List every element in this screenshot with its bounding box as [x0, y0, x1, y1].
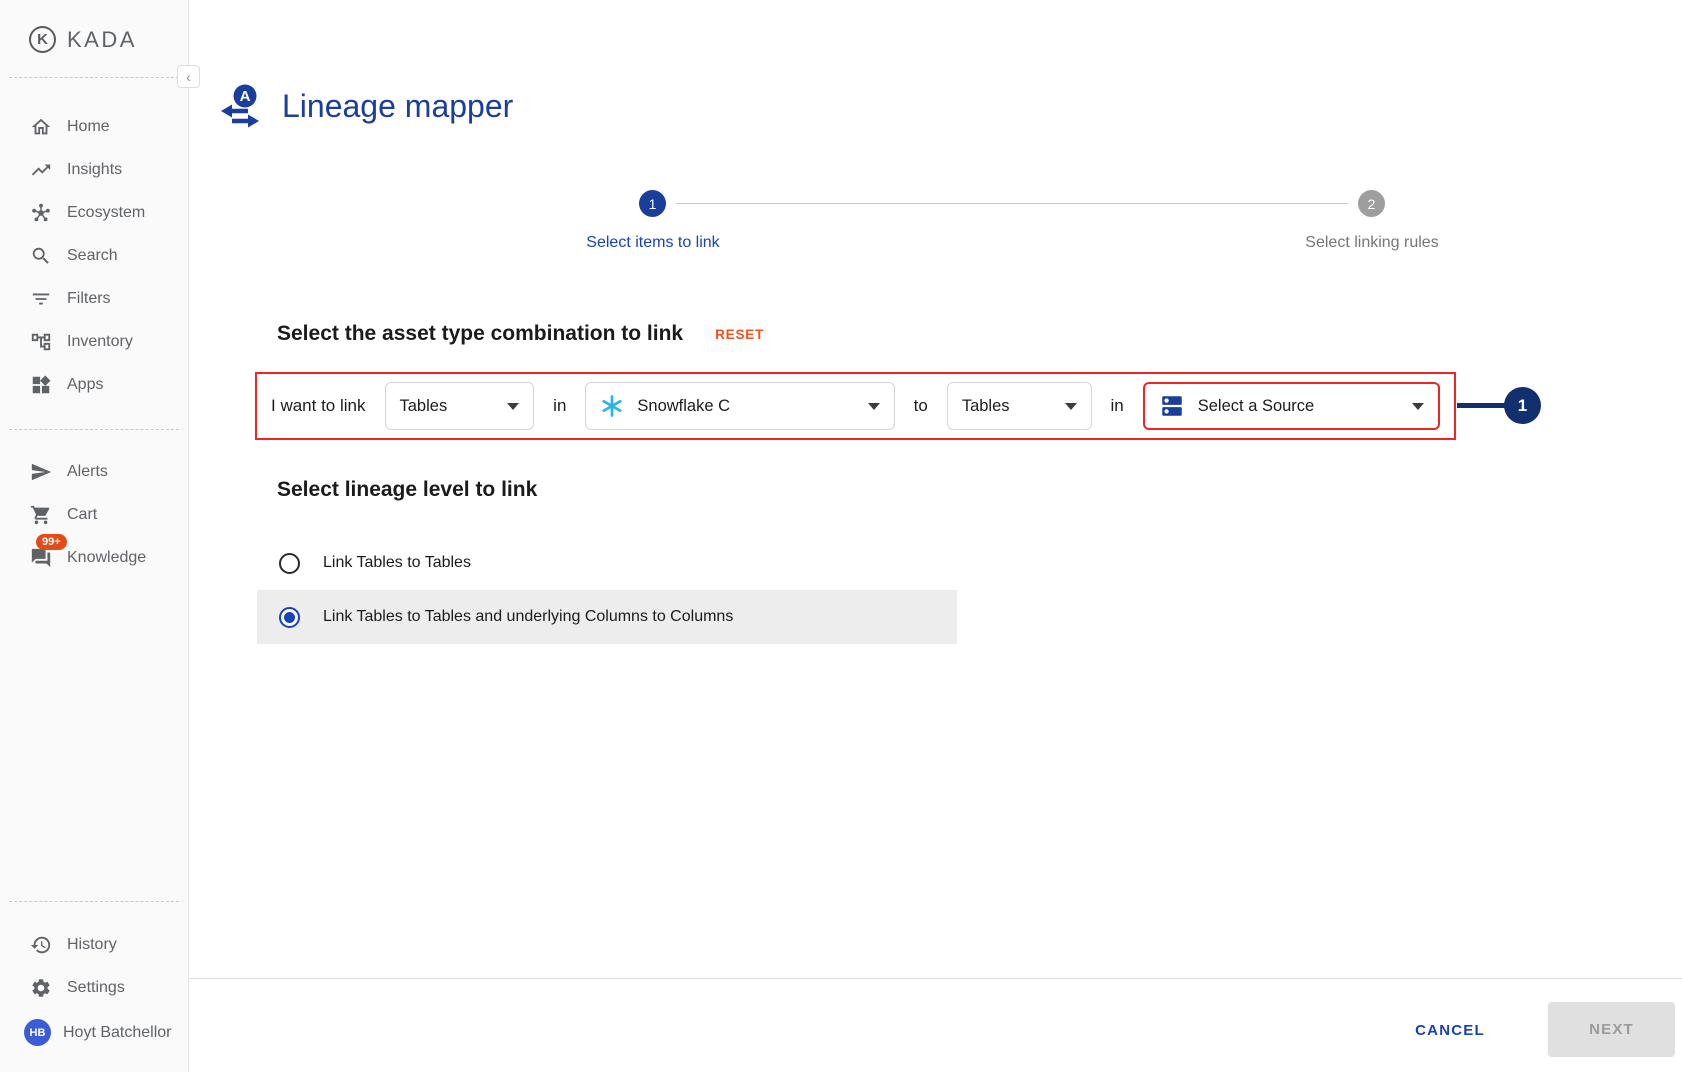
target-system-value: Select a Source [1198, 397, 1314, 416]
source-system-value: Snowflake C [637, 397, 730, 416]
source-asset-type-value: Tables [400, 397, 448, 416]
sidebar-item-label: Cart [67, 506, 97, 524]
step-2-label: Select linking rules [1262, 234, 1482, 252]
page-header: A Lineage mapper [216, 82, 513, 130]
sidebar-item-insights[interactable]: Insights [0, 148, 188, 191]
filter-list-icon [30, 288, 52, 310]
sidebar-divider [9, 901, 179, 902]
account-tree-icon [30, 331, 52, 353]
step-2-circle: 2 [1358, 190, 1385, 217]
shopping-cart-icon [30, 504, 52, 526]
sidebar-nav-bottom: History Settings HB Hoyt Batchellor [0, 923, 188, 1056]
sidebar-item-label: History [67, 936, 117, 954]
user-name: Hoyt Batchellor [63, 1024, 172, 1042]
sidebar-item-label: Knowledge [67, 549, 146, 567]
cancel-button[interactable]: CANCEL [1385, 1010, 1515, 1050]
sidebar-item-label: Ecosystem [67, 204, 145, 222]
gear-icon [30, 977, 52, 999]
chevron-down-icon [868, 403, 880, 410]
sidebar-item-label: Insights [67, 161, 122, 179]
sidebar-item-label: Home [67, 118, 110, 136]
step-2-number: 2 [1368, 196, 1376, 212]
annotation-connector-line [1457, 403, 1507, 408]
radio-selected-icon[interactable] [279, 607, 300, 628]
to-text: to [914, 396, 928, 416]
sidebar-item-search[interactable]: Search [0, 234, 188, 277]
asset-combination-row-highlight: I want to link Tables in Snowflake C to [255, 372, 1456, 440]
kada-logo: K KADA [0, 0, 188, 53]
source-asset-type-dropdown[interactable]: Tables [385, 382, 535, 430]
page-title: Lineage mapper [282, 88, 513, 125]
data-source-icon [1159, 393, 1185, 419]
in-text: in [553, 396, 566, 416]
sidebar-divider [9, 429, 179, 430]
sidebar: K KADA ‹ Home Insights Ecosystem [0, 0, 189, 1072]
sidebar-item-label: Settings [67, 979, 125, 997]
sidebar-item-label: Search [67, 247, 118, 265]
chevron-left-icon: ‹ [186, 69, 191, 85]
search-icon [30, 245, 52, 267]
hub-icon [30, 202, 52, 224]
option-link-tables-and-columns[interactable]: Link Tables to Tables and underlying Col… [257, 590, 957, 644]
sidebar-collapse-button[interactable]: ‹ [177, 65, 200, 88]
reset-button[interactable]: RESET [715, 327, 764, 342]
send-icon [30, 461, 52, 483]
step-1-number: 1 [649, 196, 657, 212]
asset-section-heading-row: Select the asset type combination to lin… [277, 322, 764, 346]
sidebar-item-label: Filters [67, 290, 111, 308]
radio-unselected-icon[interactable] [279, 553, 300, 574]
target-asset-type-value: Tables [962, 397, 1010, 416]
source-system-dropdown[interactable]: Snowflake C [585, 382, 894, 430]
step-1-circle: 1 [639, 190, 666, 217]
knowledge-badge: 99+ [36, 534, 67, 550]
lineage-section-heading: Select lineage level to link [277, 478, 537, 502]
sidebar-divider [9, 77, 179, 78]
sidebar-item-label: Alerts [67, 463, 108, 481]
sidebar-item-home[interactable]: Home [0, 105, 188, 148]
widgets-icon [30, 374, 52, 396]
sidebar-item-label: Apps [67, 376, 103, 394]
sidebar-item-ecosystem[interactable]: Ecosystem [0, 191, 188, 234]
kada-logo-icon: K [29, 26, 56, 53]
kada-logo-text: KADA [67, 27, 137, 53]
next-button[interactable]: NEXT [1548, 1002, 1675, 1057]
lineage-mapper-icon: A [216, 82, 264, 130]
chevron-down-icon [1412, 403, 1424, 410]
i-want-to-link-text: I want to link [271, 396, 366, 416]
option-link-tables-to-tables[interactable]: Link Tables to Tables [257, 536, 957, 590]
sidebar-item-inventory[interactable]: Inventory [0, 320, 188, 363]
history-icon [30, 934, 52, 956]
chevron-down-icon [507, 403, 519, 410]
sidebar-item-apps[interactable]: Apps [0, 363, 188, 406]
svg-text:A: A [240, 88, 251, 105]
footer-divider [189, 978, 1682, 979]
chevron-down-icon [1065, 403, 1077, 410]
asset-section-heading: Select the asset type combination to lin… [277, 322, 683, 346]
lineage-mapper-screen: K KADA ‹ Home Insights Ecosystem [0, 0, 1682, 1072]
sidebar-item-settings[interactable]: Settings [0, 966, 188, 1009]
trending-up-icon [30, 159, 52, 181]
sidebar-item-filters[interactable]: Filters [0, 277, 188, 320]
sidebar-nav-middle: Alerts Cart 99+ Knowledge [0, 450, 188, 579]
sidebar-item-cart[interactable]: Cart [0, 493, 188, 536]
step-1-label: Select items to link [543, 234, 763, 252]
sidebar-item-label: Inventory [67, 333, 133, 351]
snowflake-icon [600, 394, 624, 418]
sidebar-item-knowledge[interactable]: 99+ Knowledge [0, 536, 188, 579]
sidebar-user[interactable]: HB Hoyt Batchellor [0, 1009, 188, 1056]
target-asset-type-dropdown[interactable]: Tables [947, 382, 1092, 430]
lineage-level-options: Link Tables to Tables Link Tables to Tab… [257, 536, 957, 644]
sidebar-item-history[interactable]: History [0, 923, 188, 966]
sidebar-item-alerts[interactable]: Alerts [0, 450, 188, 493]
sidebar-nav-top: Home Insights Ecosystem Search Filters [0, 105, 188, 406]
home-icon [30, 116, 52, 138]
annotation-1-marker: 1 [1504, 387, 1541, 424]
target-system-dropdown[interactable]: Select a Source [1143, 382, 1440, 430]
avatar: HB [24, 1019, 51, 1046]
in-text: in [1111, 396, 1124, 416]
stepper-connector [676, 203, 1348, 204]
option-label: Link Tables to Tables [323, 554, 471, 572]
option-label: Link Tables to Tables and underlying Col… [323, 608, 733, 626]
